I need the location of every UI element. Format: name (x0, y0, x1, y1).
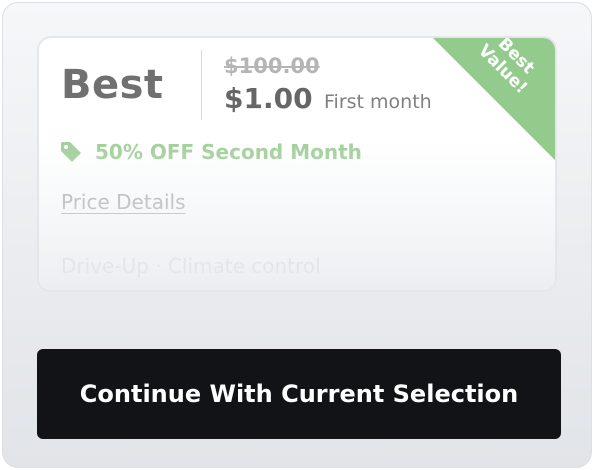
price-details-link[interactable]: Price Details (61, 190, 185, 214)
sale-price: $1.00 (224, 82, 313, 115)
price-period: First month (324, 91, 432, 113)
plan-card[interactable]: Best $100.00 $1.00 First month 50% OFF S… (37, 36, 557, 292)
continue-button[interactable]: Continue With Current Selection (37, 349, 561, 439)
original-price: $100.00 (224, 54, 320, 78)
plan-tier-label: Best (61, 62, 164, 108)
plan-selection-panel: Best $100.00 $1.00 First month 50% OFF S… (2, 2, 592, 468)
price-divider (201, 50, 202, 120)
best-value-ribbon: Best Value! (425, 38, 555, 168)
plan-features: Drive-Up · Climate control (61, 254, 321, 278)
tag-icon (61, 142, 81, 162)
promo-badge: 50% OFF Second Month (59, 140, 362, 164)
promo-text: 50% OFF Second Month (95, 140, 362, 164)
